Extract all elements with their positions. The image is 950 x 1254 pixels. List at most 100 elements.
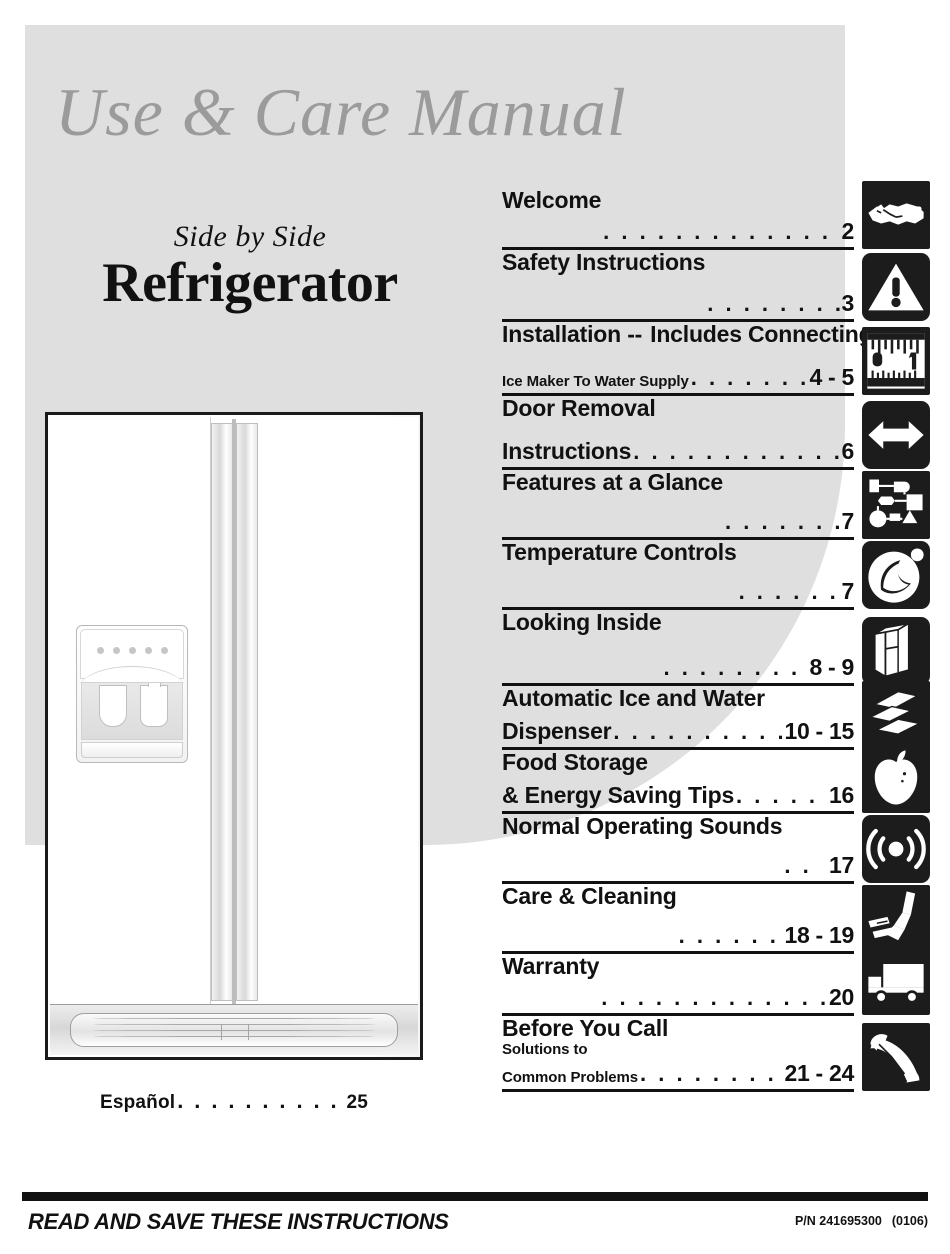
toc-entry-title: Safety Instructions <box>502 249 706 275</box>
toc-entry[interactable]: Looking InsideLooking Inside. . . . . . … <box>502 609 854 686</box>
toc-page-number: 21 - 24 <box>784 1060 854 1086</box>
toc-icon-slot <box>862 947 934 1016</box>
toc-leader-dots: . . . . . . . . . . . . . . . . . . . . … <box>603 221 839 244</box>
toc-entry[interactable]: Door Removal Instructions. . . . . . . . … <box>502 395 854 470</box>
toc-leader-dots: . . <box>784 855 812 878</box>
toc-entry-title: Welcome <box>502 187 602 213</box>
dispenser-control-dots <box>81 647 183 654</box>
toc-leader-dots: . . . . . . . . . <box>725 511 840 534</box>
toc-entry-title: Before You Call <box>502 1015 669 1041</box>
toc-entry[interactable]: Features at a GlanceFeatures at a Glance… <box>502 469 855 540</box>
toc-entry[interactable]: WelcomeWelcome. . . . . . . . . . . . . … <box>502 187 855 250</box>
toc-entry[interactable]: WarrantyWarranty. . . . . . . . . . . . … <box>502 953 854 1016</box>
toc-icon-slot <box>862 322 934 396</box>
toc-leader-dots: . . . . . . . . . . . . . <box>640 1063 782 1086</box>
grille-plate <box>70 1013 398 1047</box>
toc-leader-dots: . . . . . . . <box>738 581 840 604</box>
toc-entry-title: Warranty <box>502 953 600 979</box>
product-name: Refrigerator <box>102 252 398 314</box>
toc-entry-subtitle: Dispenser <box>502 718 612 745</box>
toc-entry-title: Care & Cleaning <box>502 883 677 909</box>
refrigerator-illustration <box>45 412 423 1060</box>
ice-cubes-icon <box>862 681 930 749</box>
freezer-door-handle <box>211 423 233 1001</box>
toc-page-number: 18 - 19 <box>784 922 854 948</box>
toc-entry-title: Normal Operating Sounds <box>502 813 783 839</box>
cleaning-spray-icon <box>862 885 930 953</box>
toc-entry-subtitle: Ice Maker To Water Supply <box>502 373 689 391</box>
page-title: Use & Care Manual <box>55 74 627 150</box>
toc-page-number: 3 <box>841 290 855 316</box>
tape-measure-icon <box>862 327 930 395</box>
warning-triangle-icon <box>862 253 930 321</box>
toc-page-number: 2 <box>841 218 855 244</box>
dispenser-dot <box>160 647 168 654</box>
open-refrigerator-icon <box>862 617 930 685</box>
water-paddle <box>99 685 127 727</box>
espanol-entry: Español. . . . . . . . . . 25 <box>45 1090 423 1114</box>
apple-icon <box>862 745 930 813</box>
toc-icon-slot <box>862 814 934 884</box>
toc-entry-title: Installation -- <box>502 321 643 347</box>
toc-leader-dots: . . . . . . . . . . . . . . . . . . . . … <box>601 987 827 1010</box>
toc-page-number: 10 - 15 <box>784 718 854 744</box>
dispenser-dot <box>128 647 136 654</box>
toc-leader-dots: . . . . . . . . . . . <box>707 293 839 316</box>
toc-entry-subtitle: & Energy Saving Tips <box>502 782 735 809</box>
toc-leader-dots: . . . . . . . <box>736 785 827 808</box>
grille-line <box>93 1018 375 1019</box>
left-column: Side by Side Refrigerator <box>40 220 460 315</box>
toc-leader-dots: . . . . . . . . . . . . . . . . . . <box>633 441 839 464</box>
grille-center-notch <box>221 1024 249 1040</box>
toc-icon-strip <box>862 181 934 1092</box>
toc-icon-slot <box>862 181 934 250</box>
toc-icon-slot <box>862 745 934 814</box>
toc-page-number: 16 <box>829 782 854 808</box>
toc-entry-subtitle: Instructions <box>502 438 632 465</box>
toc-icon-slot <box>862 681 934 750</box>
toc-entry[interactable]: Care & CleaningCare & Cleaning. . . . . … <box>502 883 854 954</box>
toc-entry[interactable]: Automatic Ice and Water Dispenser. . . . … <box>502 685 854 750</box>
toc-entry[interactable]: Installation -- Includes Connecting Ice Ma… <box>502 321 873 396</box>
toc-entry[interactable]: Normal Operating SoundsNormal Operating … <box>502 813 854 884</box>
toc-entry-title: Looking Inside <box>502 609 662 635</box>
espanol-label: Español <box>99 1092 176 1113</box>
toc-entry[interactable]: Temperature ControlsTemperature Controls… <box>502 539 855 610</box>
features-diagram-icon <box>862 471 930 539</box>
espanol-page: 25 <box>346 1092 369 1113</box>
toc-page-number: 8 - 9 <box>809 654 854 680</box>
footer-part-number: P/N 241695300 (0106) <box>795 1214 928 1228</box>
bottom-grille <box>50 1004 418 1055</box>
toc-icon-slot <box>862 540 934 610</box>
toc-icon-slot <box>862 1016 934 1092</box>
dispenser-cavity <box>81 682 183 740</box>
toc-leader-dots: . . . . . . . . <box>678 925 783 948</box>
toc-entry-title: Door Removal <box>502 395 656 421</box>
part-number: P/N 241695300 <box>794 1214 882 1228</box>
sound-waves-icon <box>862 815 930 883</box>
toc-page-number: 7 <box>841 578 855 604</box>
revision-code: (0106) <box>891 1214 928 1228</box>
toc-page-number: 20 <box>829 984 854 1010</box>
toc-entry-title: Food Storage <box>502 749 648 775</box>
toc-leader-dots: . . . . . . . . . . . <box>690 367 808 390</box>
toc-entry-title: Automatic Ice and Water <box>502 685 765 711</box>
telephone-handset-icon <box>862 1023 930 1091</box>
manual-cover-page: Use & Care Manual Side by Side Refrigera… <box>0 0 950 1254</box>
toc-page-number: 4 - 5 <box>809 364 854 390</box>
toc-entry-subtitle: Solutions to <box>502 1040 588 1058</box>
footer-instruction: READ AND SAVE THESE INSTRUCTIONS <box>28 1209 449 1234</box>
toc-entry-title: Features at a Glance <box>502 469 723 495</box>
espanol-leader: . . . . . . . . . . <box>177 1088 339 1113</box>
toc-leader-dots: . . . . . . . . . . <box>663 657 807 680</box>
delivery-truck-icon <box>862 947 930 1015</box>
toc-entry[interactable]: Safety InstructionsSafety Instructions. … <box>502 249 855 322</box>
ice-paddle <box>140 683 168 727</box>
toc-entry[interactable]: Food Storage & Energy Saving Tips. . . . … <box>502 749 854 814</box>
dispenser-drip-tray <box>81 742 183 758</box>
dispenser-dot <box>112 647 120 654</box>
toc-page-number: 7 <box>841 508 855 534</box>
handshake-icon <box>862 181 930 249</box>
toc-entry[interactable]: Before You Call Solutions to Common Proble… <box>502 1015 854 1092</box>
double-arrow-icon <box>862 401 930 469</box>
